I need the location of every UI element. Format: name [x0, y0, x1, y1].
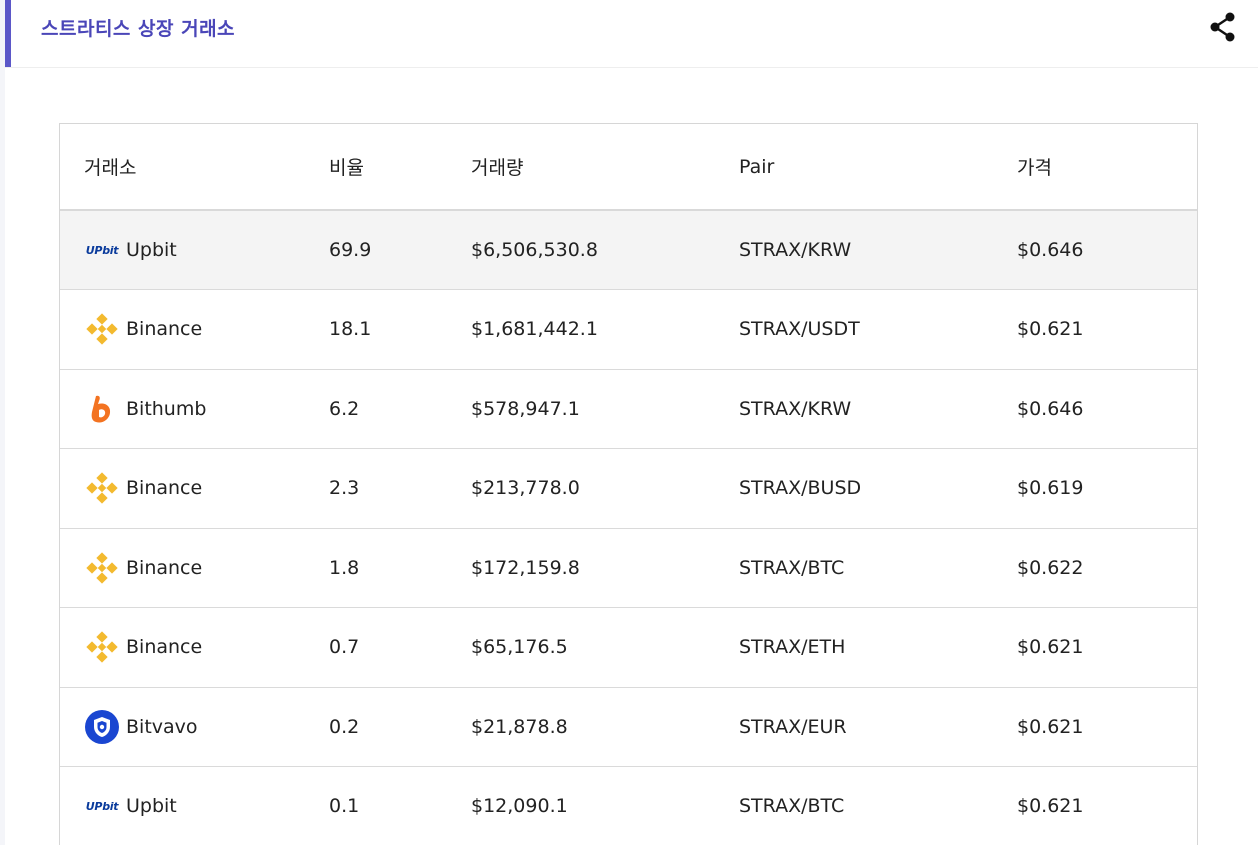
pair-cell: STRAX/BTC [739, 556, 845, 579]
table-row-2[interactable]: Binance 18.1 $1,681,442.1 STRAX/USDT $0.… [60, 290, 1197, 370]
pair-cell: STRAX/ETH [739, 636, 846, 659]
upbit-logo: UPbit [84, 788, 120, 824]
exchange-card: 스트라티스 상장 거래소 거래소 비율 거래량 Pair 가격 UPbit Up… [5, 0, 1258, 845]
volume-cell: $21,878.8 [471, 715, 568, 738]
ratio-cell: 6.2 [329, 397, 360, 420]
pair-cell: STRAX/KRW [739, 397, 852, 420]
column-header-volume[interactable]: 거래량 [471, 124, 739, 211]
ratio-cell: 0.1 [329, 795, 360, 818]
volume-cell: $6,506,530.8 [471, 239, 598, 261]
page-title: 스트라티스 상장 거래소 [41, 18, 236, 40]
pair-cell: STRAX/EUR [739, 715, 847, 738]
pair-cell: STRAX/KRW [739, 239, 852, 261]
exchange-link[interactable]: Binance [126, 557, 202, 579]
table-row-6[interactable]: Binance 0.7 $65,176.5 STRAX/ETH $0.621 [60, 608, 1197, 688]
ratio-cell: 18.1 [329, 318, 372, 341]
share-button[interactable] [1206, 10, 1240, 44]
ratio-cell: 2.3 [329, 477, 360, 500]
exchange-table: 거래소 비율 거래량 Pair 가격 UPbit Upbit 69.9 $6,5… [59, 123, 1198, 845]
table-row-3[interactable]: Bithumb 6.2 $578,947.1 STRAX/KRW $0.646 [60, 369, 1197, 449]
exchange-cell: Binance [60, 608, 329, 688]
ratio-cell: 0.7 [329, 636, 360, 659]
column-header-pair[interactable]: Pair [739, 124, 1017, 211]
exchange-link[interactable]: Binance [126, 636, 202, 658]
ratio-cell: 69.9 [329, 239, 372, 261]
price-cell: $0.622 [1017, 556, 1084, 579]
exchange-link[interactable]: Bitvavo [126, 716, 198, 738]
price-cell: $0.646 [1017, 239, 1084, 261]
table-row-1[interactable]: UPbit Upbit 69.9 $6,506,530.8 STRAX/KRW … [60, 210, 1197, 290]
column-header-price[interactable]: 가격 [1017, 124, 1197, 211]
column-header-exchange[interactable]: 거래소 [60, 124, 329, 211]
table-row-4[interactable]: Binance 2.3 $213,778.0 STRAX/BUSD $0.619 [60, 449, 1197, 529]
exchange-link[interactable]: Binance [126, 318, 202, 340]
bitvavo-logo [84, 709, 120, 745]
price-cell: $0.646 [1017, 397, 1084, 420]
volume-cell: $213,778.0 [471, 477, 580, 500]
price-cell: $0.621 [1017, 318, 1084, 341]
pair-cell: STRAX/BTC [739, 795, 845, 818]
exchange-cell: UPbit Upbit [60, 210, 329, 290]
pair-cell: STRAX/USDT [739, 318, 860, 341]
pair-cell: STRAX/BUSD [739, 477, 862, 500]
table-row-7[interactable]: Bitvavo 0.2 $21,878.8 STRAX/EUR $0.621 [60, 687, 1197, 767]
exchange-cell: Binance [60, 528, 329, 608]
volume-cell: $1,681,442.1 [471, 318, 598, 341]
exchange-link[interactable]: Bithumb [126, 398, 206, 420]
upbit-logo-text: UPbit [85, 243, 119, 257]
ratio-cell: 0.2 [329, 715, 360, 738]
exchange-link[interactable]: Upbit [126, 795, 177, 817]
column-header-ratio[interactable]: 비율 [329, 124, 471, 211]
exchange-cell: Bithumb [60, 369, 329, 449]
binance-logo [84, 470, 120, 506]
share-icon [1210, 12, 1235, 42]
price-cell: $0.621 [1017, 795, 1084, 818]
price-cell: $0.621 [1017, 715, 1084, 738]
exchange-link[interactable]: Upbit [126, 239, 177, 261]
table-row-8[interactable]: UPbit Upbit 0.1 $12,090.1 STRAX/BTC $0.6… [60, 767, 1197, 845]
volume-cell: $12,090.1 [471, 795, 568, 818]
card-header: 스트라티스 상장 거래소 [5, 0, 1258, 68]
volume-cell: $578,947.1 [471, 397, 580, 420]
volume-cell: $172,159.8 [471, 556, 580, 579]
exchange-link[interactable]: Binance [126, 477, 202, 499]
price-cell: $0.619 [1017, 477, 1084, 500]
upbit-logo-text: UPbit [85, 799, 119, 813]
exchange-cell: Bitvavo [60, 687, 329, 767]
exchange-cell: UPbit Upbit [60, 767, 329, 845]
price-cell: $0.621 [1017, 636, 1084, 659]
binance-logo [84, 629, 120, 665]
bithumb-logo [84, 391, 120, 427]
volume-cell: $65,176.5 [471, 636, 568, 659]
binance-logo [84, 550, 120, 586]
table-header-row: 거래소 비율 거래량 Pair 가격 [60, 124, 1197, 211]
exchange-cell: Binance [60, 449, 329, 529]
table-row-5[interactable]: Binance 1.8 $172,159.8 STRAX/BTC $0.622 [60, 528, 1197, 608]
accent-bar [5, 0, 11, 67]
upbit-logo: UPbit [84, 232, 120, 268]
binance-logo [84, 311, 120, 347]
exchange-cell: Binance [60, 290, 329, 370]
ratio-cell: 1.8 [329, 556, 360, 579]
